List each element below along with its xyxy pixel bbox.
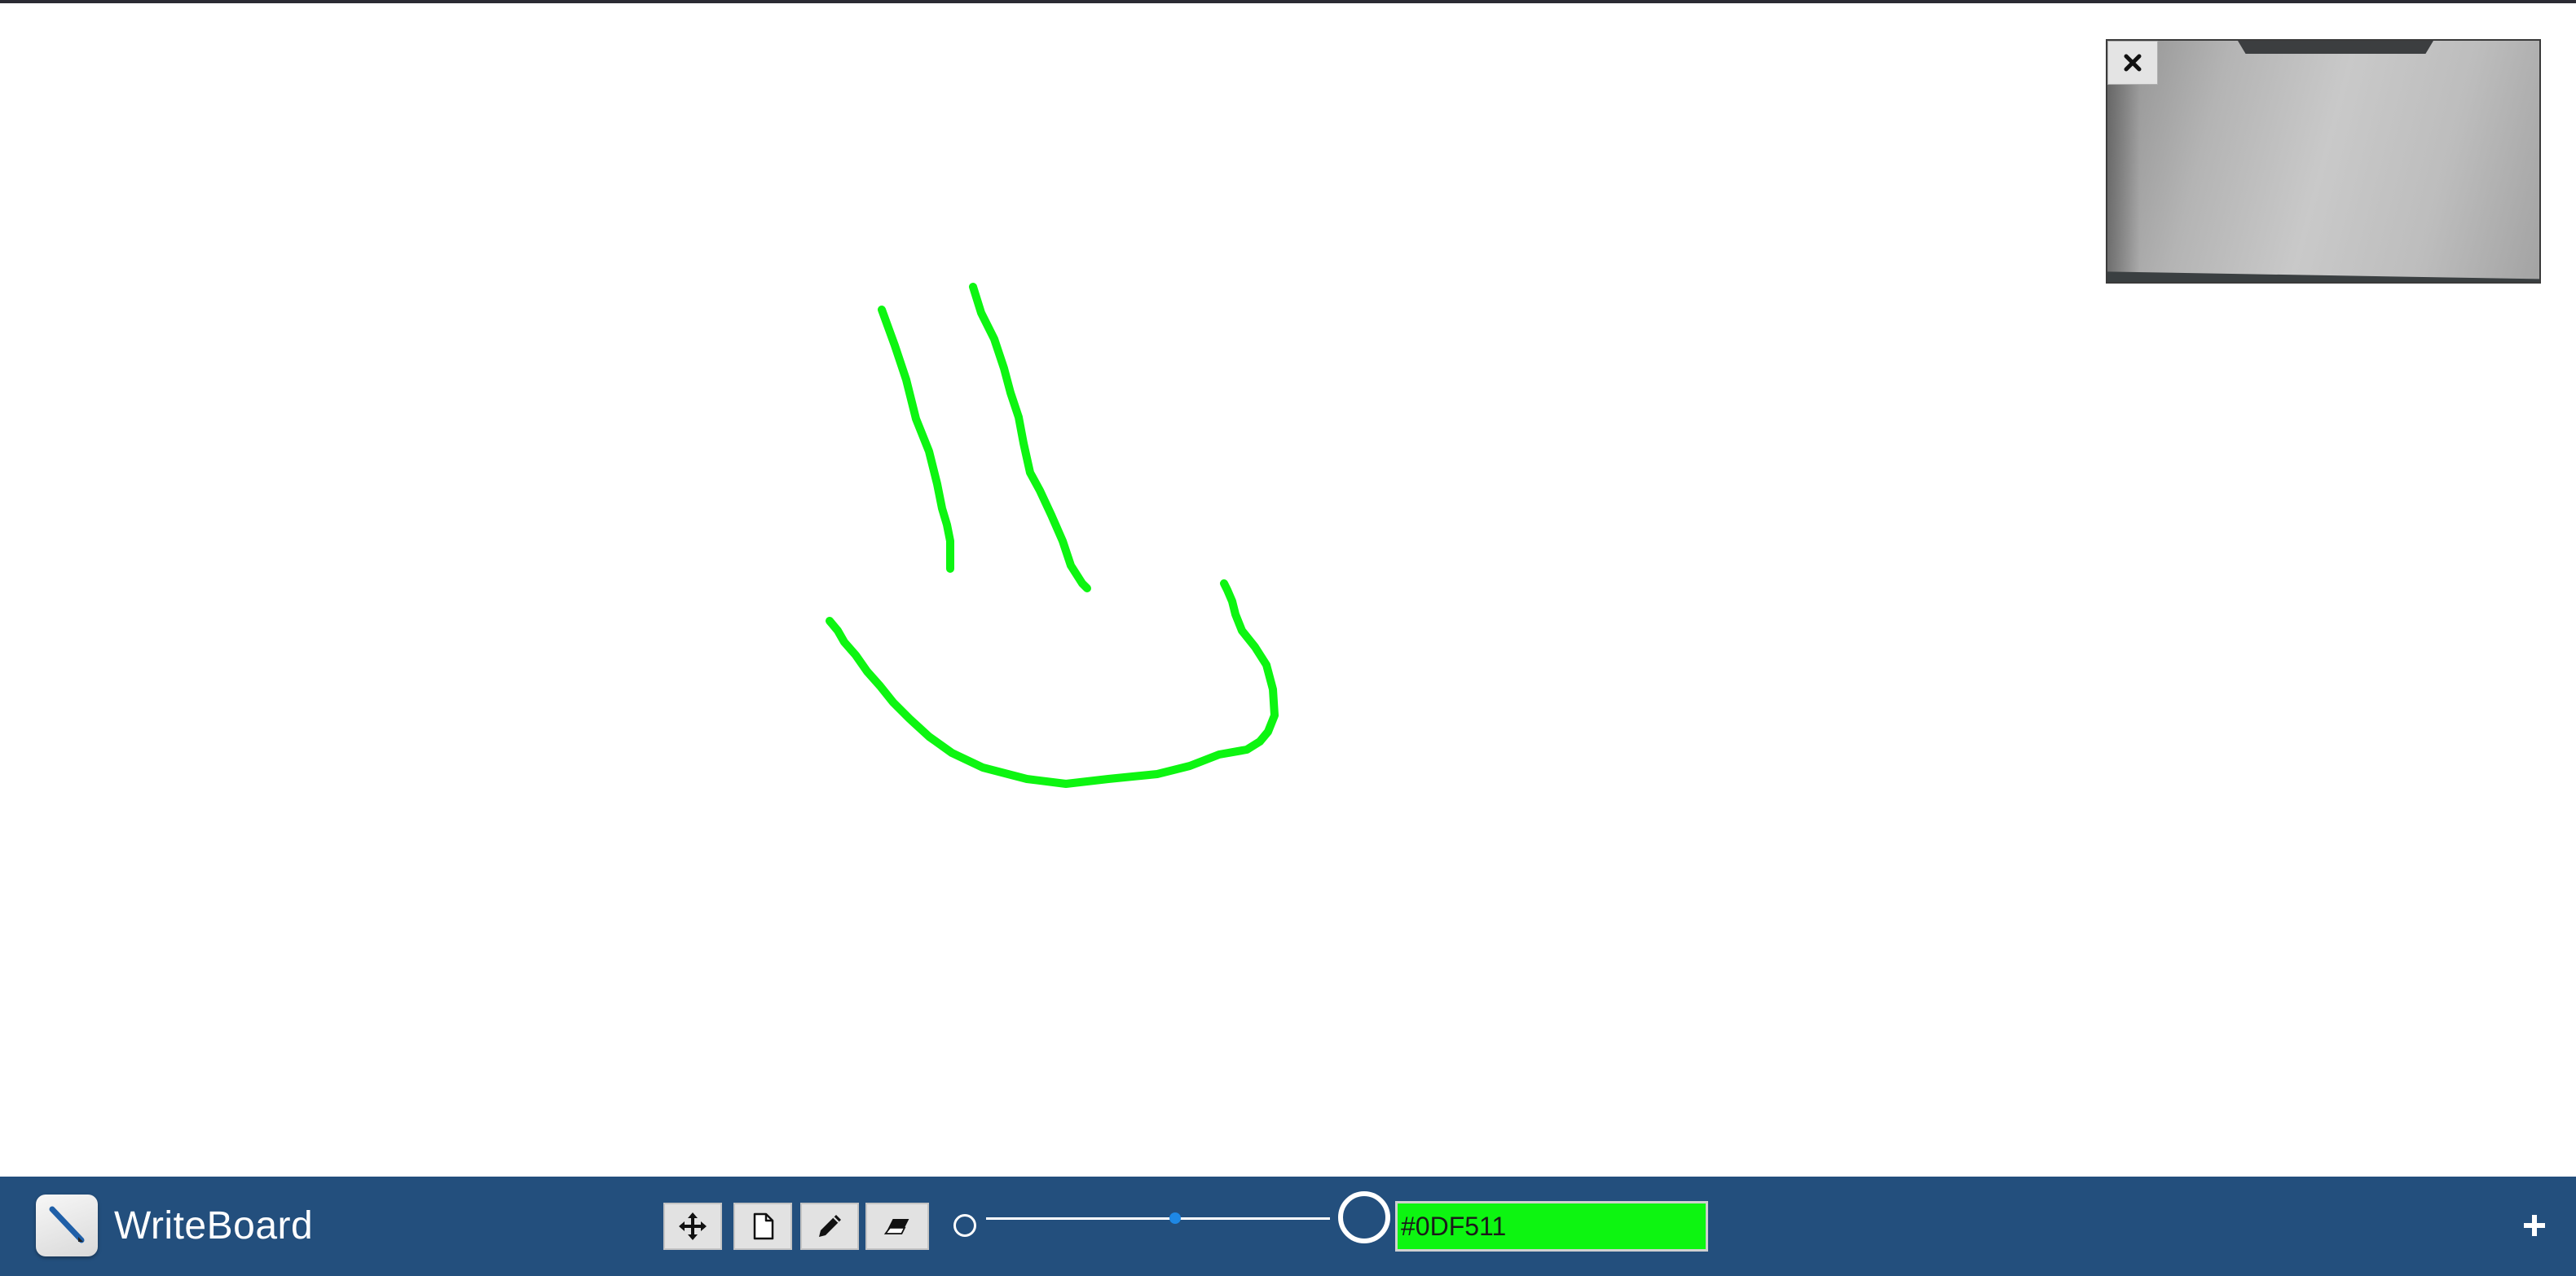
eraser-icon	[883, 1219, 909, 1234]
add-button[interactable]	[2518, 1209, 2551, 1242]
page-icon	[753, 1212, 774, 1240]
move-arrows-icon	[679, 1212, 707, 1240]
brush-size-min-indicator	[953, 1214, 976, 1237]
app-title: WriteBoard	[114, 1204, 314, 1247]
app-logo	[36, 1195, 98, 1256]
pen-icon	[49, 1206, 85, 1243]
brush-size-slider[interactable]	[986, 1217, 1330, 1220]
pen-tool-button[interactable]	[800, 1203, 859, 1250]
pencil-icon	[819, 1215, 841, 1237]
pen-stroke	[826, 579, 1279, 788]
bottom-toolbar: WriteBoard	[0, 1177, 2576, 1276]
plus-icon	[2524, 1215, 2545, 1236]
pen-stroke	[969, 283, 1091, 592]
webcam-floor-edge	[2107, 271, 2539, 282]
webcam-ceiling-fixture	[2238, 41, 2433, 54]
new-page-button[interactable]	[733, 1203, 792, 1250]
webcam-preview	[2106, 39, 2541, 284]
brush-size-slider-thumb[interactable]	[1169, 1212, 1182, 1224]
brush-size-max-indicator	[1338, 1191, 1390, 1243]
webcam-close-button[interactable]	[2107, 41, 2158, 85]
color-hex-input[interactable]	[1395, 1201, 1708, 1252]
move-tool-button[interactable]	[663, 1203, 722, 1250]
eraser-tool-button[interactable]	[865, 1203, 929, 1250]
close-icon	[2124, 54, 2142, 72]
pen-stroke	[878, 306, 954, 573]
